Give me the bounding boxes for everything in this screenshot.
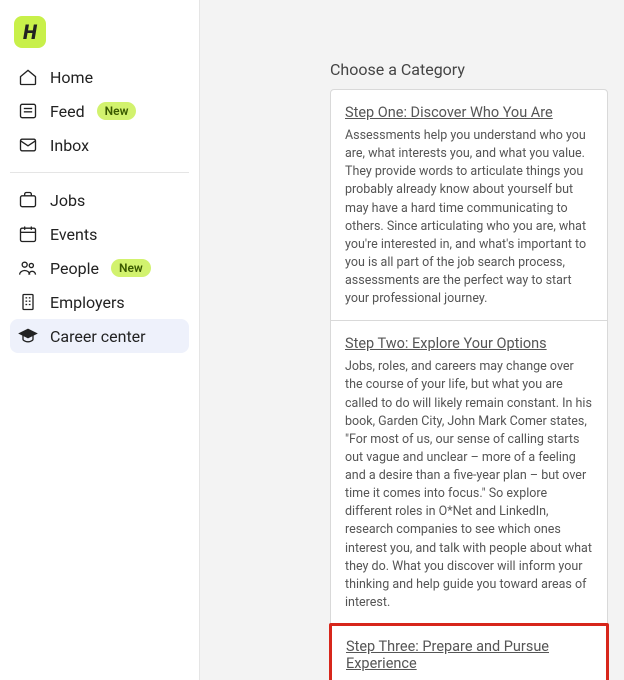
nav-item-events[interactable]: Events: [10, 217, 189, 251]
nav-label: People: [50, 259, 99, 278]
new-badge: New: [111, 259, 151, 277]
card-title-link[interactable]: Step Two: Explore Your Options: [345, 335, 547, 352]
card-title-link[interactable]: Step Three: Prepare and Pursue Experienc…: [346, 638, 592, 672]
nav-item-people[interactable]: People New: [10, 251, 189, 285]
career-icon: [18, 326, 38, 346]
nav-label: Feed: [50, 102, 85, 121]
category-card-step-two[interactable]: Step Two: Explore Your Options Jobs, rol…: [331, 321, 607, 625]
sidebar: H Home Feed New Inbox Jobs: [0, 0, 200, 680]
category-card-step-three[interactable]: Step Three: Prepare and Pursue Experienc…: [329, 623, 609, 680]
employers-icon: [18, 292, 38, 312]
nav-label: Inbox: [50, 136, 89, 155]
nav-item-jobs[interactable]: Jobs: [10, 183, 189, 217]
category-card-step-one[interactable]: Step One: Discover Who You Are Assessmen…: [331, 90, 607, 321]
card-body: Jobs, roles, and careers may change over…: [345, 358, 593, 612]
jobs-icon: [18, 190, 38, 210]
nav-divider: [10, 172, 189, 173]
category-panel: Choose a Category Step One: Discover Who…: [330, 60, 608, 680]
home-icon: [18, 67, 38, 87]
nav-item-feed[interactable]: Feed New: [10, 94, 189, 128]
new-badge: New: [97, 102, 137, 120]
inbox-icon: [18, 135, 38, 155]
card-title-link[interactable]: Step One: Discover Who You Are: [345, 104, 553, 121]
nav-item-career-center[interactable]: Career center: [10, 319, 189, 353]
main-content: Choose a Category Step One: Discover Who…: [200, 0, 624, 680]
nav-label: Home: [50, 68, 93, 87]
nav-item-home[interactable]: Home: [10, 60, 189, 94]
nav-secondary: Jobs Events People New Employers Caree: [10, 183, 189, 353]
nav-item-employers[interactable]: Employers: [10, 285, 189, 319]
nav-label: Jobs: [50, 191, 85, 210]
section-title: Choose a Category: [330, 60, 608, 79]
people-icon: [18, 258, 38, 278]
nav-label: Events: [50, 225, 97, 244]
feed-icon: [18, 101, 38, 121]
app-logo[interactable]: H: [14, 16, 46, 48]
nav-item-inbox[interactable]: Inbox: [10, 128, 189, 162]
card-body: Assessments help you understand who you …: [345, 127, 593, 308]
category-list: Step One: Discover Who You Are Assessmen…: [330, 89, 608, 680]
nav-label: Career center: [50, 327, 146, 346]
nav-label: Employers: [50, 293, 125, 312]
nav-primary: Home Feed New Inbox: [10, 60, 189, 162]
events-icon: [18, 224, 38, 244]
